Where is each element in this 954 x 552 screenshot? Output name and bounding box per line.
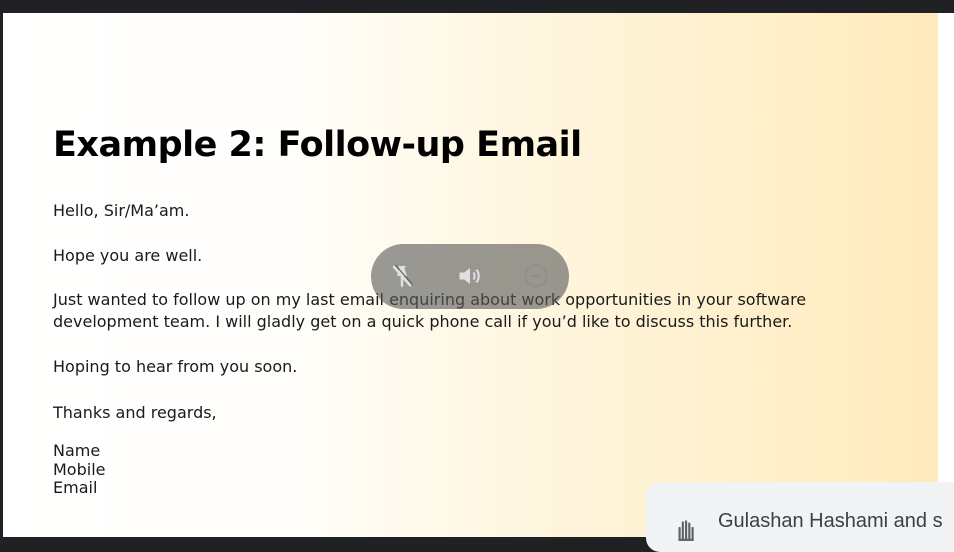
raised-hand-notification[interactable]: Gulashan Hashami and s — [646, 482, 954, 552]
wellbeing-text: Hope you are well. — [53, 246, 203, 265]
tile-hover-controls — [371, 244, 569, 309]
closing-hope-text: Hoping to hear from you soon. — [53, 357, 298, 376]
slide-title: Example 2: Follow-up Email — [53, 125, 582, 165]
raised-hand-icon — [678, 520, 694, 541]
unpin-button[interactable] — [384, 258, 420, 294]
right-edge-strip — [938, 13, 954, 537]
remove-icon — [524, 264, 548, 288]
greeting-text: Hello, Sir/Ma’am. — [53, 201, 190, 220]
signature-mobile: Mobile — [53, 459, 106, 479]
notification-text: Gulashan Hashami and s — [718, 510, 943, 532]
sign-off-text: Thanks and regards, — [53, 403, 217, 422]
signature-block: Name Mobile Email — [53, 441, 106, 498]
volume-button[interactable] — [452, 258, 488, 294]
body-line-2: development team. I will gladly get on a… — [53, 312, 793, 331]
signature-name: Name — [53, 441, 101, 460]
volume-icon — [459, 267, 480, 285]
remove-from-call-button[interactable] — [518, 258, 554, 294]
unpin-icon — [392, 264, 414, 288]
signature-email: Email — [53, 478, 98, 497]
